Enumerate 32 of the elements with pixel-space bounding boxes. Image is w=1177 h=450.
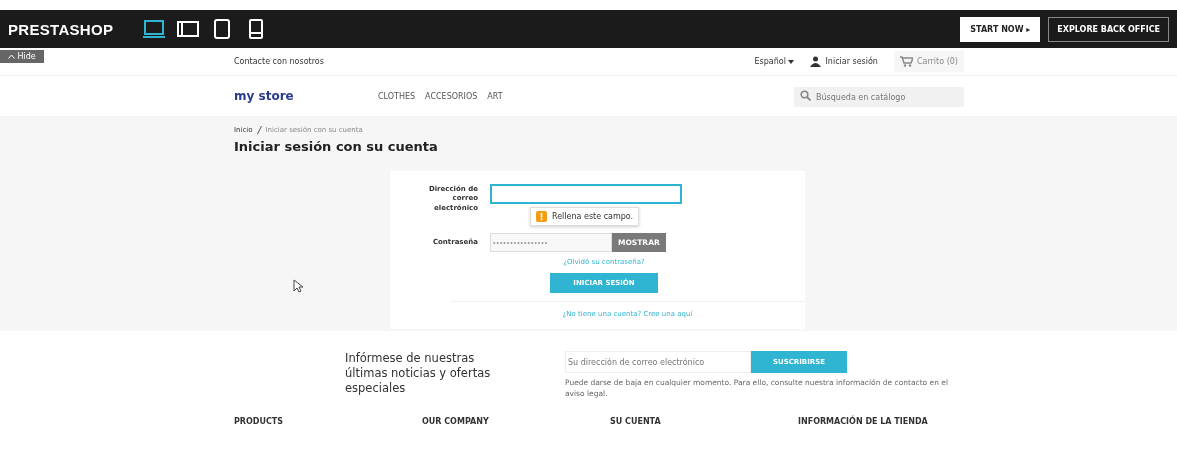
- menu-item[interactable]: ACCESORIOS: [425, 91, 478, 101]
- footer-heading: PRODUCTS: [234, 417, 285, 426]
- sign-in-link[interactable]: Iniciar sesión: [825, 57, 878, 66]
- menu-item[interactable]: ART: [487, 91, 503, 101]
- page-title: Iniciar sesión con su cuenta: [234, 139, 439, 154]
- brand-logo: PRESTASHOP: [8, 20, 114, 38]
- footer-heading: INFORMACIÓN DE LA TIENDA: [798, 417, 929, 426]
- email-field[interactable]: [490, 183, 682, 204]
- user-icon: [810, 56, 822, 67]
- menu-item[interactable]: CLOTHES: [378, 91, 416, 101]
- footer-heading: SU CUENTA: [610, 417, 662, 426]
- breadcrumb-separator-icon: [256, 126, 262, 134]
- start-now-button[interactable]: START NOW ▸: [960, 16, 1041, 42]
- tablet-icon[interactable]: [177, 19, 200, 39]
- search-field[interactable]: Búsqueda en catálogo: [794, 87, 964, 108]
- pointer-icon: [293, 279, 303, 293]
- warning-icon: [536, 211, 547, 222]
- explore-back-office-button[interactable]: EXPLORE BACK OFFICE: [1048, 16, 1169, 42]
- chevron-up-icon: [8, 54, 15, 59]
- laptop-icon[interactable]: [143, 19, 166, 39]
- language-dropdown[interactable]: Español: [754, 57, 795, 66]
- footer-heading: OUR COMPANY: [422, 417, 490, 426]
- caret-icon: [788, 60, 795, 64]
- hide-button[interactable]: Hide: [0, 50, 44, 63]
- cart-link[interactable]: Carrito (0): [893, 51, 964, 72]
- cart-icon: [899, 56, 913, 67]
- contact-link[interactable]: Contacte con nosotros: [234, 57, 324, 66]
- newsletter-heading: Infórmese de nuestras últimas noticias y ofertas especiales: [345, 351, 492, 397]
- newsletter-email-field[interactable]: Su dirección de correo electrónico: [565, 351, 751, 373]
- store-logo[interactable]: my store: [234, 89, 378, 103]
- search-icon: [800, 89, 811, 101]
- validation-tooltip: Rellena este campo.: [530, 207, 640, 226]
